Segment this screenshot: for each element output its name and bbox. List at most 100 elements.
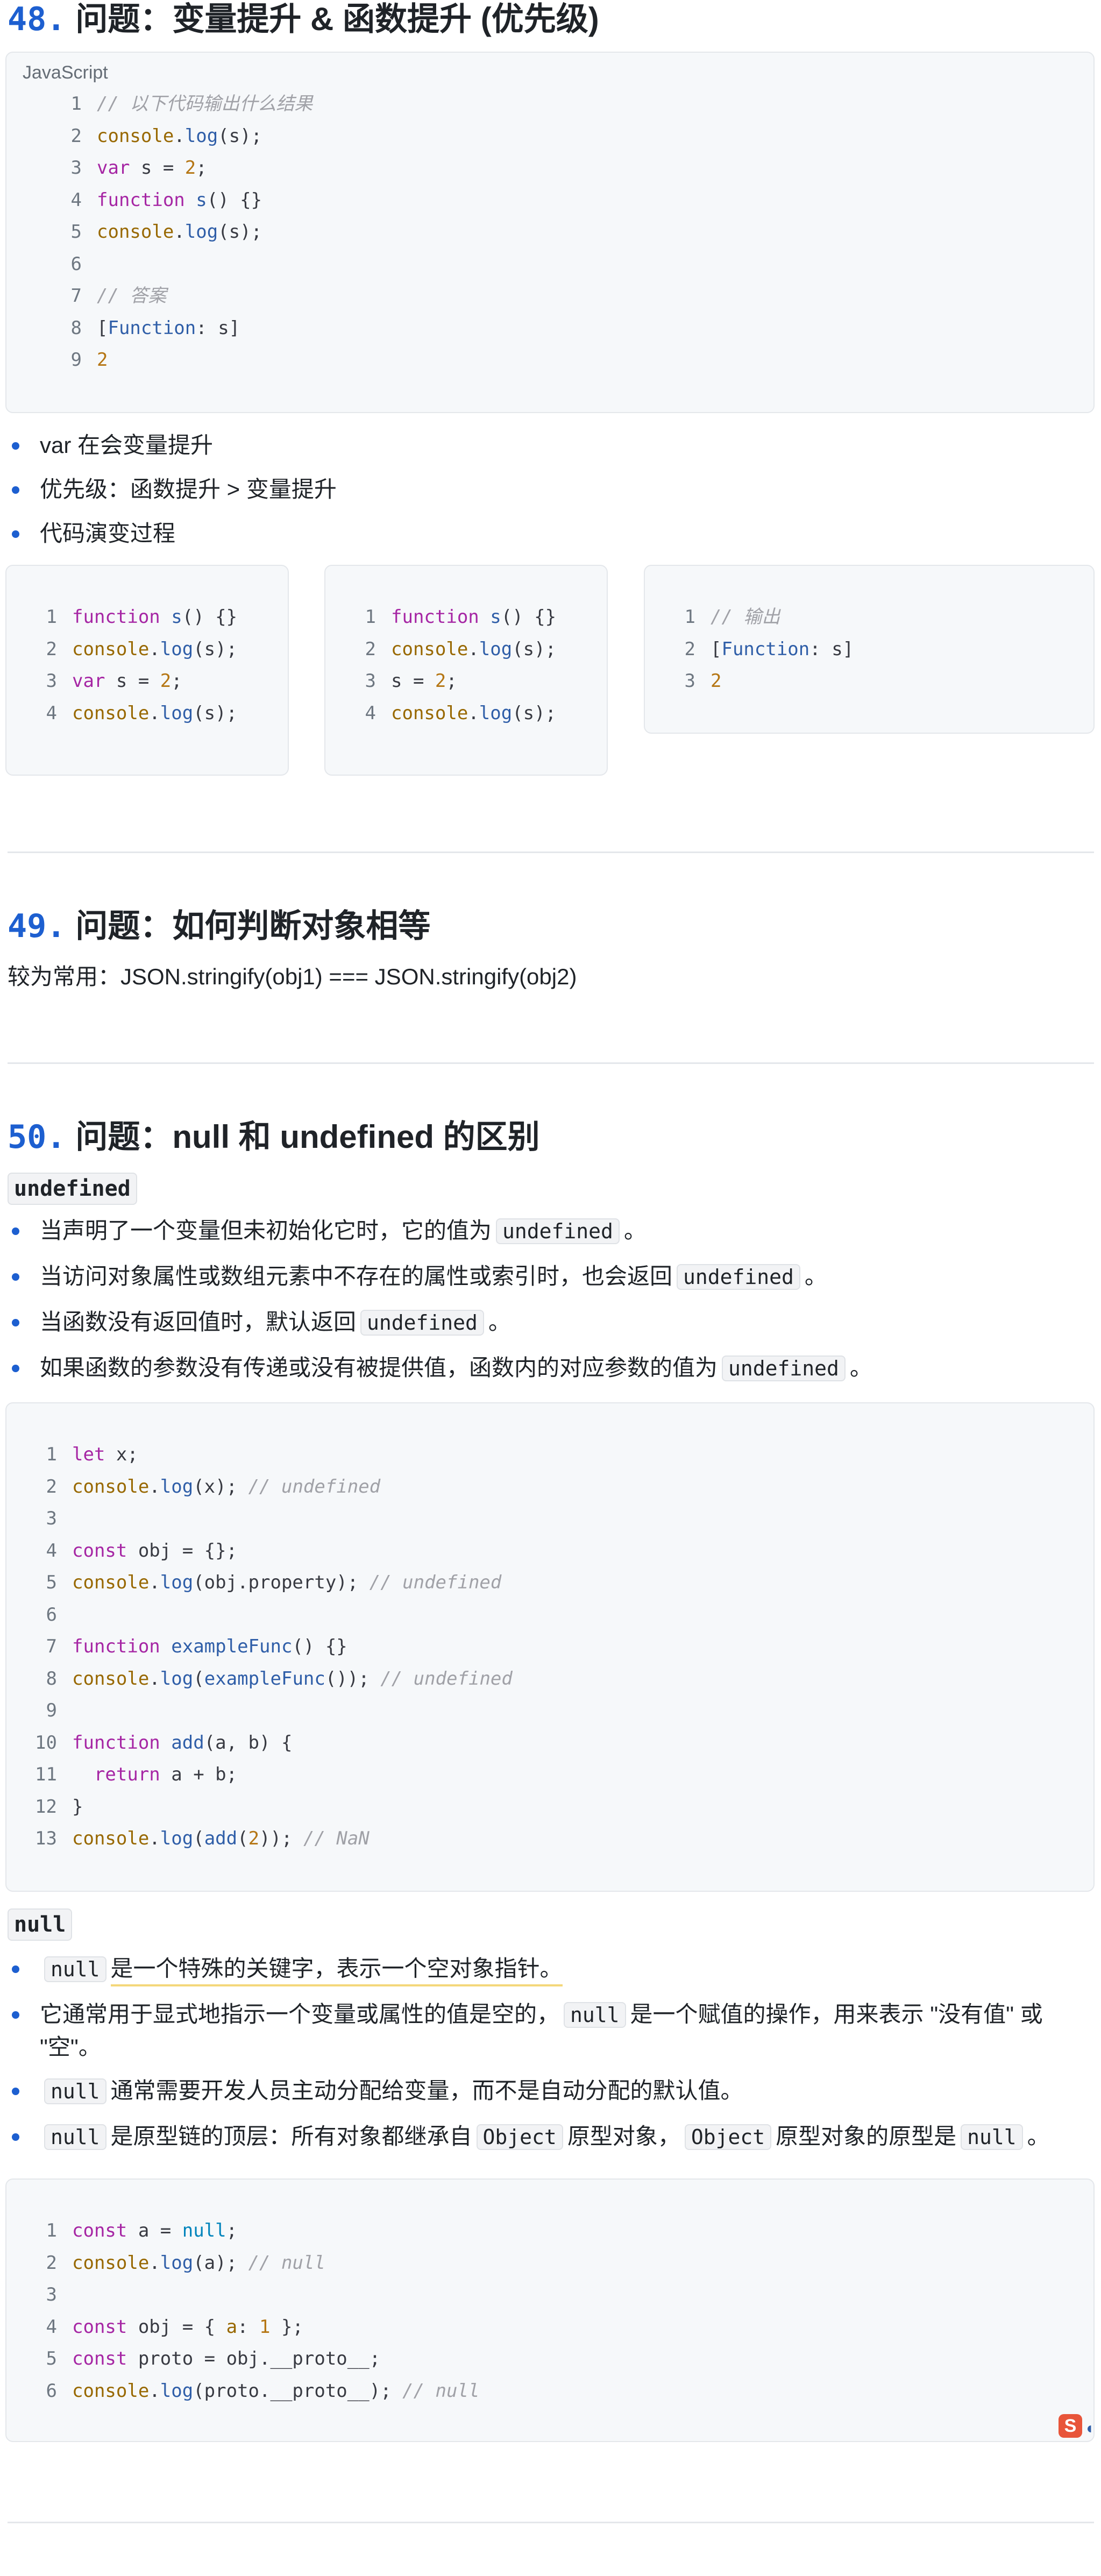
code-content: 1// 以下代码输出什么结果 2 console.log(s); 3 var s = 2… <box>49 88 313 377</box>
list-item: 当声明了一个变量但未初始化它时，它的值为 undefined。 <box>8 1215 872 1260</box>
code-content: 1 function s() {} 2 console.log(s); 3 var s =… <box>25 601 238 730</box>
code-token: a = <box>127 2220 182 2241</box>
code-block-evolution-2[interactable]: 1 function s() {} 2 console.log(s); 3 s = 2; 4… <box>324 565 608 776</box>
question-number: 48. <box>8 1 66 38</box>
null-label: null <box>8 1908 73 1941</box>
list-item: 它通常用于显式地指示一个变量或属性的值是空的， null 是一个赋值的操作，用来表示… <box>8 1998 1050 2075</box>
code-token: log <box>184 221 218 243</box>
code-token: 2 <box>435 670 446 692</box>
code-token: (obj.property); <box>193 1572 370 1593</box>
code-token: s = <box>130 157 185 179</box>
code-token: function <box>72 1636 160 1657</box>
code-line: 3 <box>25 1503 513 1535</box>
code-block-evolution-3[interactable]: 1// 输出 2 [Function: s] 3 2 <box>644 565 1095 734</box>
line-number: 3 <box>46 670 57 692</box>
code-text: return a + b; <box>72 1759 237 1791</box>
code-text: console.log(x); // undefined <box>72 1471 380 1503</box>
code-token: var <box>72 670 105 692</box>
code-text: var s = 2; <box>72 665 182 698</box>
code-token: (x); <box>193 1475 248 1498</box>
code-token: (s); <box>218 125 262 147</box>
question-number: 49. <box>8 907 66 945</box>
code-token: . <box>468 702 479 724</box>
code-line: 32 <box>663 665 854 698</box>
code-content: 1 function s() {} 2 console.log(s); 3 s = 2; 4… <box>344 601 557 730</box>
code-line: 7 function exampleFunc() {} <box>25 1631 513 1663</box>
code-block-q48[interactable]: JavaScript 1// 以下代码输出什么结果 2 console.log(s)… <box>5 52 1095 413</box>
code-block-evolution-1[interactable]: 1 function s() {} 2 console.log(s); 3 var s =… <box>5 565 289 776</box>
line-number: 6 <box>46 1603 57 1626</box>
code-text: [Function: s] <box>97 313 240 345</box>
code-token: // null <box>402 2380 480 2402</box>
code-line: 5 console.log(obj.property); // undefined <box>25 1567 513 1599</box>
line-number: 2 <box>365 638 376 660</box>
code-token: ( <box>193 1667 204 1690</box>
code-line: 4 console.log(s); <box>344 698 557 730</box>
text-run: 是一个特殊的关键字，表示一个空对象指针。 <box>110 1956 563 1986</box>
line-number: 11 <box>35 1764 57 1785</box>
code-text: console.log(s); <box>97 216 262 249</box>
code-token: . <box>149 2252 160 2274</box>
code-text: function s() {} <box>97 184 262 217</box>
code-token: ; <box>226 2220 238 2241</box>
line-number: 9 <box>70 349 82 371</box>
code-line: 2 console.log(a); // null <box>25 2247 479 2280</box>
list-item: null 是原型链的顶层：所有对象都继承自 Object 原型对象， Object 原型对… <box>8 2120 1050 2166</box>
line-number: 1 <box>46 1444 57 1465</box>
code-text: } <box>72 1791 83 1823</box>
code-token: . <box>149 638 160 660</box>
text-run: 如果函数的参数没有传递或没有被提供值，函数内的对应参数的值为 <box>40 1355 718 1380</box>
inline-code: null <box>44 1956 106 1982</box>
line-number: 3 <box>684 670 695 692</box>
code-text: console.log(add(2)); // NaN <box>72 1823 370 1855</box>
code-line: 4 console.log(s); <box>25 698 238 730</box>
code-token: obj = { <box>127 2316 226 2338</box>
divider <box>8 2522 1094 2523</box>
text-run: 当声明了一个变量但未初始化它时，它的值为 <box>40 1218 492 1243</box>
code-line: 4 const obj = { a: 1 }; <box>25 2311 479 2344</box>
s-logo-icon[interactable]: S <box>1059 2414 1082 2438</box>
article: 48. 问题：变量提升 & 函数提升 (优先级) JavaScript 1// 以… <box>0 0 1101 2576</box>
code-line: 1 // 以下代码输出什么结果 <box>49 88 313 120</box>
list-item-continuation: "空"。 <box>40 2034 101 2060</box>
code-text: const a = null; <box>72 2215 237 2247</box>
code-line: 11 return a + b; <box>25 1759 513 1791</box>
code-token: [ <box>97 317 108 339</box>
list-item: null 是一个特殊的关键字，表示一个空对象指针。 <box>8 1953 1050 1998</box>
line-number: 2 <box>46 638 57 660</box>
badge-tail-icon: ◖ <box>1084 2419 1095 2437</box>
list-item: var 在会变量提升 <box>8 429 337 473</box>
divider <box>8 851 1094 853</box>
bullet-list-undefined: 当声明了一个变量但未初始化它时，它的值为 undefined。当访问对象属性或数组… <box>8 1215 872 1397</box>
line-number: 6 <box>46 2380 57 2402</box>
code-token: const <box>72 1539 127 1562</box>
code-token: function <box>97 189 185 211</box>
code-text: console.log(exampleFunc()); // undefined <box>72 1663 513 1695</box>
code-text: console.log(s); <box>72 698 237 730</box>
code-text: console.log(s); <box>391 698 556 730</box>
line-number: 3 <box>70 157 82 179</box>
heading-q49: 49. 问题：如何判断对象相等 <box>8 907 430 946</box>
code-line: 6 <box>25 1599 513 1631</box>
code-token: 2 <box>97 349 108 371</box>
bullet-list-null: null 是一个特殊的关键字，表示一个空对象指针。 它通常用于显式地指示一个变量或… <box>8 1953 1050 2166</box>
inline-code: undefined <box>722 1356 846 1381</box>
code-token: proto = obj.__proto__; <box>127 2348 381 2369</box>
code-line: 3 var s = 2; <box>49 152 312 184</box>
code-token: exampleFunc <box>204 1667 325 1690</box>
code-token: (a, b) { <box>204 1731 293 1754</box>
code-block-null[interactable]: 1 const a = null; 2 console.log(a); // null… <box>5 2178 1095 2442</box>
code-line: 2 console.log(x); // undefined <box>25 1471 513 1503</box>
code-token: a + b; <box>160 1764 238 1785</box>
line-number: 4 <box>46 702 57 724</box>
code-token: // undefined <box>248 1475 381 1498</box>
code-line: 2 console.log(s); <box>25 634 238 666</box>
line-number: 1 <box>365 606 376 628</box>
code-token: ( <box>193 1828 204 1849</box>
code-token: // undefined <box>380 1667 513 1690</box>
code-block-undefined[interactable]: 1 let x; 2 console.log(x); // undefined 3 4 co… <box>5 1402 1095 1892</box>
code-token: [ <box>711 638 722 660</box>
code-token: )); <box>259 1828 303 1849</box>
